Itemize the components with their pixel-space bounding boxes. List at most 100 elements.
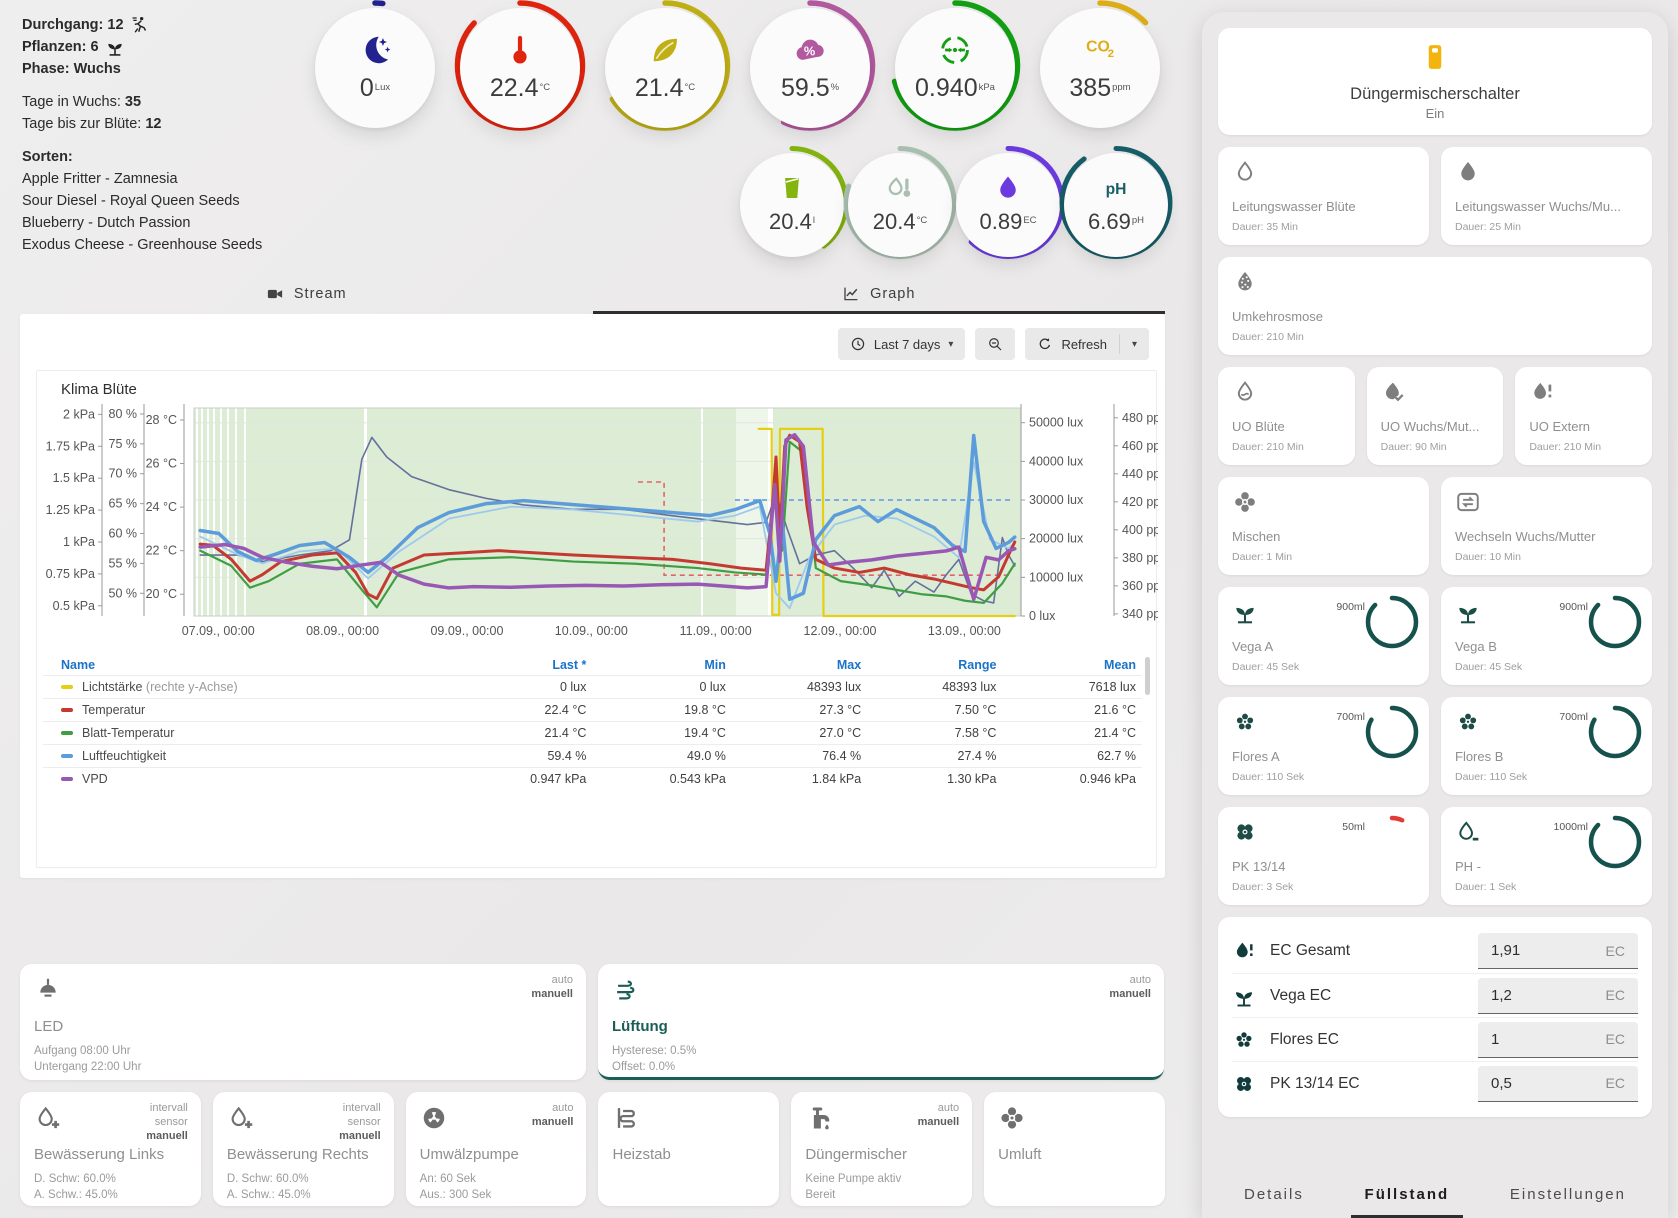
- sidebar-card-vega-a[interactable]: 900mlVega ADauer: 45 Sek: [1218, 587, 1429, 685]
- sidebar-card-pk-13-14[interactable]: 50mlPK 13/14Dauer: 3 Sek: [1218, 807, 1429, 905]
- mode-switch-umwaelzpumpe[interactable]: automanuell: [532, 1101, 574, 1129]
- series-color-swatch: [61, 685, 73, 689]
- mode-manuell[interactable]: manuell: [146, 1129, 188, 1143]
- legend-col-name[interactable]: Name: [43, 655, 453, 676]
- mode-manuell[interactable]: manuell: [339, 1129, 381, 1143]
- device-card-umwaelzpumpe[interactable]: automanuellUmwälzpumpeAn: 60 SekAus.: 30…: [406, 1092, 587, 1206]
- sidebar-card-leitungswasser-bluete[interactable]: Leitungswasser BlüteDauer: 35 Min: [1218, 147, 1429, 245]
- sidebar-card-uo-extern[interactable]: UO ExternDauer: 210 Min: [1515, 367, 1652, 465]
- mode-sensor[interactable]: sensor: [146, 1115, 188, 1129]
- gauge-lux[interactable]: 0Lux: [315, 8, 435, 128]
- power-switch-icon: [1420, 42, 1450, 72]
- mode-auto[interactable]: auto: [918, 1101, 960, 1115]
- climate-chart[interactable]: 2 kPa1.75 kPa1.5 kPa1.25 kPa1 kPa0.75 kP…: [37, 398, 1156, 655]
- sorten-item: Apple Fritter - Zamnesia: [22, 168, 262, 190]
- gauge-disc: [1040, 8, 1160, 128]
- tab-graph[interactable]: Graph: [593, 276, 1166, 312]
- legend-col-min[interactable]: Min: [592, 655, 732, 676]
- ec-input-ec-gesamt[interactable]: 1,91EC: [1478, 933, 1638, 969]
- legend-row-lichtst-rke[interactable]: Lichtstärke (rechte y-Achse)0 lux0 lux48…: [43, 676, 1142, 699]
- device-card-heizstab[interactable]: Heizstab: [598, 1092, 779, 1206]
- switch-title: Düngermischerschalter: [1232, 85, 1638, 104]
- legend-row-blatt-temperatur[interactable]: Blatt-Temperatur 21.4 °C19.4 °C27.0 °C7.…: [43, 722, 1142, 745]
- sidebar-card-ph-minus[interactable]: 1000mlPH -Dauer: 1 Sek: [1441, 807, 1652, 905]
- mode-intervall[interactable]: intervall: [339, 1101, 381, 1115]
- mode-switch-duengermischer[interactable]: automanuell: [918, 1101, 960, 1129]
- sidebar-card-uo-bluete[interactable]: UO BlüteDauer: 210 Min: [1218, 367, 1355, 465]
- mode-sensor[interactable]: sensor: [339, 1115, 381, 1129]
- climate-chart-svg[interactable]: 2 kPa1.75 kPa1.5 kPa1.25 kPa1 kPa0.75 kP…: [37, 398, 1158, 650]
- mode-intervall[interactable]: intervall: [146, 1101, 188, 1115]
- refresh-button[interactable]: Refresh: [1025, 328, 1119, 360]
- mode-auto[interactable]: auto: [532, 1101, 574, 1115]
- legend-col-max[interactable]: Max: [732, 655, 867, 676]
- sidebar-card-uo-wuchs[interactable]: UO Wuchs/Mut...Dauer: 90 Min: [1367, 367, 1504, 465]
- legend-col-last[interactable]: Last *: [453, 655, 593, 676]
- mode-manuell[interactable]: manuell: [918, 1115, 960, 1129]
- sidebar-card-wechseln[interactable]: Wechseln Wuchs/MutterDauer: 10 Min: [1441, 477, 1652, 575]
- device-card-lueftung[interactable]: automanuellLüftungHysterese: 0.5%Offset:…: [598, 964, 1164, 1080]
- sidebar-card-umkehrosmose[interactable]: UmkehrosmoseDauer: 210 Min: [1218, 257, 1652, 355]
- gauge-leaf-temperature[interactable]: 21.4°C: [605, 8, 725, 128]
- mode-switch-bewaesserung-links[interactable]: intervallsensormanuell: [146, 1101, 188, 1143]
- mode-manuell[interactable]: manuell: [1109, 987, 1151, 1001]
- ec-unit: EC: [1606, 943, 1625, 959]
- sidebar-tab-details[interactable]: Details: [1244, 1170, 1304, 1218]
- device-card-led[interactable]: automanuellLEDAufgang 08:00 UhrUntergang…: [20, 964, 586, 1080]
- sidebar-tab-bar: Details Füllstand Einstellungen: [1218, 1170, 1652, 1218]
- mode-switch-bewaesserung-rechts[interactable]: intervallsensormanuell: [339, 1101, 381, 1143]
- mode-auto[interactable]: auto: [1109, 973, 1151, 987]
- gauge-water-temperature[interactable]: 20.4°C: [848, 153, 952, 257]
- co2-gauge-icon: CO2: [1082, 32, 1118, 68]
- sidebar-tab-einstellungen[interactable]: Einstellungen: [1510, 1170, 1626, 1218]
- sidebar-card-flores-b[interactable]: 700mlFlores BDauer: 110 Sek: [1441, 697, 1652, 795]
- sidebar-card-duration: Dauer: 1 Sek: [1455, 881, 1638, 893]
- gauge-humidity[interactable]: %59.5%: [750, 8, 870, 128]
- scrollbar[interactable]: [1145, 657, 1150, 695]
- duengermischerschalter-card[interactable]: Düngermischerschalter Ein: [1218, 28, 1652, 135]
- legend-col-mean[interactable]: Mean: [1002, 655, 1142, 676]
- device-card-bewaesserung-links[interactable]: intervallsensormanuellBewässerung LinksD…: [20, 1092, 201, 1206]
- ec-row-ec-gesamt: EC Gesamt1,91EC: [1232, 929, 1638, 973]
- zoom-out-button[interactable]: [975, 328, 1015, 360]
- svg-text:12.09., 00:00: 12.09., 00:00: [804, 624, 877, 638]
- ec-input-vega-ec[interactable]: 1,2EC: [1478, 978, 1638, 1014]
- mode-switch-led[interactable]: automanuell: [531, 973, 573, 1001]
- sidebar-card-mischen[interactable]: MischenDauer: 1 Min: [1218, 477, 1429, 575]
- mode-auto[interactable]: auto: [531, 973, 573, 987]
- sidebar-card-label: Umkehrosmose: [1232, 309, 1638, 324]
- sidebar-card-flores-a[interactable]: 700mlFlores ADauer: 110 Sek: [1218, 697, 1429, 795]
- sidebar-card-vega-b[interactable]: 900mlVega BDauer: 45 Sek: [1441, 587, 1652, 685]
- pk-ec-icon: [1232, 1072, 1256, 1096]
- device-card-duengermischer[interactable]: automanuellDüngermischerKeine Pumpe akti…: [791, 1092, 972, 1206]
- gauge-water-level[interactable]: 20.4l: [740, 153, 844, 257]
- mode-switch-lueftung[interactable]: automanuell: [1109, 973, 1151, 1001]
- gauge-vpd[interactable]: 0.940kPa: [895, 8, 1015, 128]
- gauge-temperature[interactable]: 22.4°C: [460, 8, 580, 128]
- tab-stream[interactable]: Stream: [20, 276, 593, 312]
- legend-row-vpd[interactable]: VPD 0.947 kPa0.543 kPa1.84 kPa1.30 kPa0.…: [43, 768, 1142, 791]
- gauge-ph[interactable]: pH6.69pH: [1064, 153, 1168, 257]
- svg-text:30000 lux: 30000 lux: [1029, 493, 1084, 507]
- gauge-ec[interactable]: 0.89EC: [956, 153, 1060, 257]
- mode-manuell[interactable]: manuell: [531, 987, 573, 1001]
- ec-input-pk-ec[interactable]: 0,5EC: [1478, 1066, 1638, 1102]
- sidebar-card-leitungswasser-wuchs[interactable]: Leitungswasser Wuchs/Mu...Dauer: 25 Min: [1441, 147, 1652, 245]
- legend-col-range[interactable]: Range: [867, 655, 1002, 676]
- device-card-bewaesserung-rechts[interactable]: intervallsensormanuellBewässerung Rechts…: [213, 1092, 394, 1206]
- svg-text:440 ppm: 440 ppm: [1122, 467, 1158, 481]
- refresh-options-button[interactable]: ▾: [1120, 328, 1149, 360]
- svg-text:24 °C: 24 °C: [146, 500, 177, 514]
- sidebar-tab-füllstand[interactable]: Füllstand: [1365, 1170, 1450, 1218]
- device-card-umluft[interactable]: Umluft: [984, 1092, 1165, 1206]
- time-range-button[interactable]: Last 7 days ▾: [838, 328, 966, 360]
- sidebar-card-label: UO Extern: [1529, 419, 1638, 434]
- ec-input-flores-ec[interactable]: 1EC: [1478, 1022, 1638, 1058]
- svg-text:07.09., 00:00: 07.09., 00:00: [182, 624, 255, 638]
- gauge-co2[interactable]: CO2385ppm: [1040, 8, 1160, 128]
- flores-a-icon: [1232, 709, 1258, 735]
- mode-manuell[interactable]: manuell: [532, 1115, 574, 1129]
- legend-row-luftfeuchtigkeit[interactable]: Luftfeuchtigkeit 59.4 %49.0 %76.4 %27.4 …: [43, 745, 1142, 768]
- device-detail-line: Aufgang 08:00 Uhr: [34, 1043, 572, 1059]
- legend-row-temperatur[interactable]: Temperatur 22.4 °C19.8 °C27.3 °C7.50 °C2…: [43, 699, 1142, 722]
